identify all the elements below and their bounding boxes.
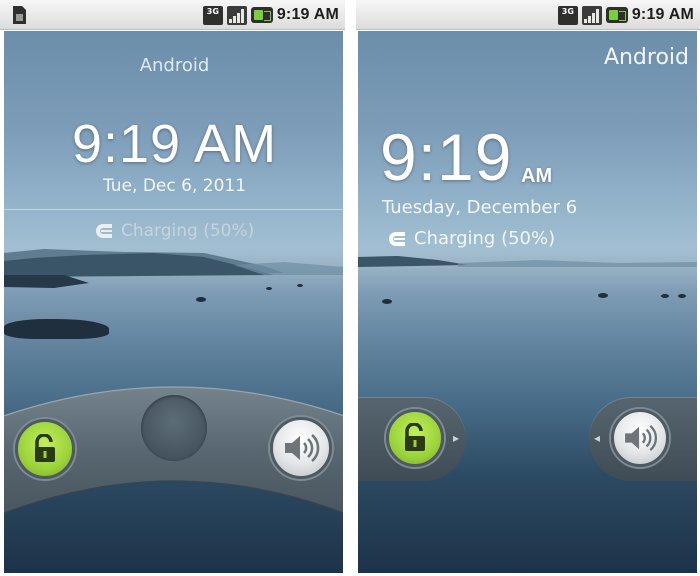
rock [297, 284, 303, 287]
signal-strength-icon [581, 5, 602, 25]
signal-strength-icon [226, 5, 247, 25]
sound-toggle-button[interactable] [611, 409, 669, 467]
charging-status: Charging (50%) [385, 228, 555, 249]
unlock-icon [35, 434, 55, 462]
sound-on-icon [285, 434, 320, 462]
chevron-right-icon: ▸ [453, 431, 460, 445]
status-time: 9:19 AM [276, 6, 339, 23]
clock-time: 9:19 [380, 120, 513, 194]
charging-text: Charging (50%) [121, 221, 255, 241]
unlock-icon [405, 423, 425, 451]
carrier-label: Android [139, 55, 210, 76]
charging-icon [96, 224, 112, 238]
rotary-center-handle[interactable] [141, 395, 207, 461]
sim-card-icon [13, 6, 26, 24]
lockscreen-new: 3G 9:19 AM Android 9:19 AM Tuesday, Dece… [356, 0, 700, 576]
rock [382, 299, 392, 304]
rock [598, 293, 608, 298]
date-label: Tuesday, December 6 [382, 197, 578, 218]
rock [266, 287, 272, 290]
unlock-button[interactable] [386, 409, 444, 467]
battery-charging-icon [605, 7, 628, 23]
charging-icon [389, 231, 405, 246]
clock-ampm: AM [521, 165, 553, 187]
charging-text: Charging (50%) [414, 228, 556, 249]
clock: 9:19 AM [71, 114, 278, 174]
3g-icon: 3G [557, 5, 578, 25]
wallpaper-landscape [358, 256, 697, 267]
status-bar: 3G 9:19 AM [356, 0, 700, 30]
date-label: Tue, Dec 6, 2011 [102, 176, 247, 196]
unlock-button[interactable] [15, 419, 75, 479]
rock [661, 294, 669, 298]
3g-icon: 3G [202, 5, 223, 25]
wallpaper: Android 9:19 AM Tuesday, December 6 Char… [358, 31, 697, 573]
lockscreen-old: 3G 9:19 AM Android 9:19 AM Tue, Dec 6, 2… [0, 0, 345, 576]
divider [4, 209, 343, 210]
status-bar: 3G 9:19 AM [0, 0, 345, 30]
battery-charging-icon [250, 7, 273, 23]
sound-toggle-button[interactable] [270, 417, 332, 479]
sound-on-icon [625, 424, 658, 452]
rock [678, 294, 686, 298]
carrier-label: Android [603, 45, 689, 70]
wallpaper: Android 9:19 AM Tue, Dec 6, 2011 Chargin… [4, 31, 343, 573]
chevron-left-icon: ◂ [594, 431, 601, 445]
charging-status: Charging (50%) [92, 221, 254, 241]
rock [196, 297, 206, 302]
status-time: 9:19 AM [631, 6, 694, 23]
